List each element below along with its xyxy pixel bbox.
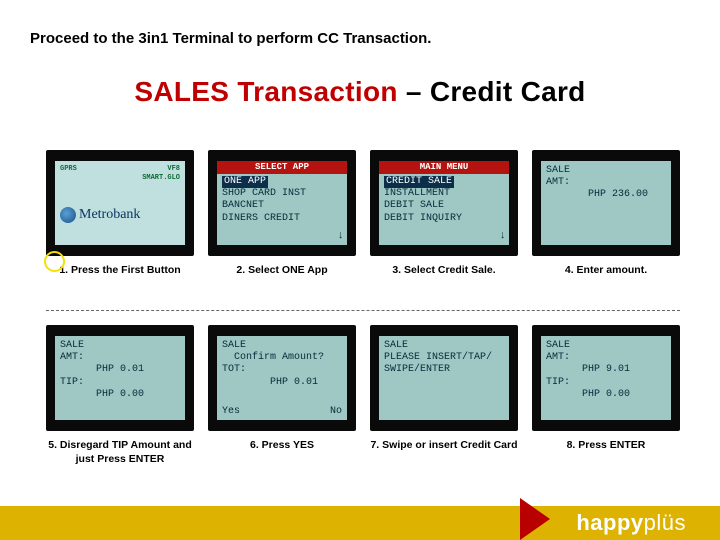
down-arrow-icon: ↓ [499, 230, 506, 243]
yes-label: Yes [222, 406, 240, 418]
terminal-frame: SALE AMT: PHP 0.01 TIP: PHP 0.00 [46, 325, 194, 431]
step-caption: 8. Press ENTER [567, 439, 646, 467]
logo-text: Metrobank [79, 206, 140, 223]
down-arrow-icon: ↓ [337, 230, 344, 243]
step-4: SALE AMT: PHP 236.00 4. Enter amount. [532, 150, 680, 292]
steps-row-1: GPRS VF8 SMART.GLO Metrobank 1. Press th… [46, 150, 680, 292]
step-2: SELECT APP ONE APP SHOP CARD INST BANCNE… [208, 150, 356, 292]
happyplus-logo: happyplüs [576, 510, 686, 536]
instruction-text: Proceed to the 3in1 Terminal to perform … [30, 30, 431, 47]
lcd-line: SALE [546, 165, 666, 177]
lcd-line: PHP 0.00 [546, 389, 666, 401]
lcd-line: AMT: [546, 177, 666, 189]
terminal-frame: SALE Confirm Amount? TOT: PHP 0.01 Yes N… [208, 325, 356, 431]
terminal-lcd: GPRS VF8 SMART.GLO Metrobank [55, 161, 185, 245]
lcd-line: TIP: [546, 377, 666, 389]
logo-part-b: pl [644, 510, 662, 536]
menu-item: DEBIT SALE [384, 200, 504, 212]
no-label: No [330, 406, 342, 418]
step-3: MAIN MENU CREDIT SALE INSTALLMENT DEBIT … [370, 150, 518, 292]
terminal-lcd: SALE AMT: PHP 236.00 [541, 161, 671, 245]
title-sep: – [398, 76, 430, 107]
logo-umlaut: ü [662, 510, 675, 536]
menu-item-selected: ONE APP [222, 176, 268, 188]
step-8: SALE AMT: PHP 9.01 TIP: PHP 0.00 8. Pres… [532, 325, 680, 467]
terminal-lcd: SALE PLEASE INSERT/TAP/ SWIPE/ENTER [379, 336, 509, 420]
step-caption: 6. Press YES [250, 439, 314, 467]
lcd-line: TIP: [60, 377, 180, 389]
menu-item: DINERS CREDIT [222, 213, 342, 225]
step-caption: 2. Select ONE App [236, 264, 327, 292]
step-6: SALE Confirm Amount? TOT: PHP 0.01 Yes N… [208, 325, 356, 467]
menu-item: INSTALLMENT [384, 188, 504, 200]
terminal-lcd: SALE AMT: PHP 9.01 TIP: PHP 0.00 [541, 336, 671, 420]
step-caption: 1. Press the First Button [59, 264, 180, 292]
lcd-line: SWIPE/ENTER [384, 364, 504, 376]
topbar-right: VF8 SMART.GLO [142, 165, 180, 182]
step-caption: 7. Swipe or insert Credit Card [370, 439, 517, 467]
footer-wedge-icon [520, 498, 550, 540]
yes-no-row: Yes No [222, 406, 342, 418]
logo-part-a: happy [576, 510, 643, 536]
title-red: SALES Transaction [134, 76, 397, 107]
terminal-lcd: MAIN MENU CREDIT SALE INSTALLMENT DEBIT … [379, 161, 509, 245]
menu-item: DEBIT INQUIRY [384, 213, 504, 225]
step-1: GPRS VF8 SMART.GLO Metrobank 1. Press th… [46, 150, 194, 292]
step-caption: 5. Disregard TIP Amount and just Press E… [46, 439, 194, 467]
lcd-line: PHP 0.01 [222, 377, 342, 389]
steps-grid: GPRS VF8 SMART.GLO Metrobank 1. Press th… [46, 150, 680, 467]
terminal-frame: SELECT APP ONE APP SHOP CARD INST BANCNE… [208, 150, 356, 256]
menu-item: BANCNET [222, 200, 342, 212]
terminal-frame: SALE AMT: PHP 9.01 TIP: PHP 0.00 [532, 325, 680, 431]
menu-item: SHOP CARD INST [222, 188, 342, 200]
footer: happyplüs [0, 498, 720, 540]
title-black: Credit Card [430, 76, 586, 107]
lcd-header: SELECT APP [217, 161, 347, 174]
metrobank-logo: Metrobank [60, 182, 180, 241]
lcd-line: SALE [222, 340, 342, 352]
step-caption: 3. Select Credit Sale. [392, 264, 495, 292]
step-7: SALE PLEASE INSERT/TAP/ SWIPE/ENTER 7. S… [370, 325, 518, 467]
terminal-lcd: SALE AMT: PHP 0.01 TIP: PHP 0.00 [55, 336, 185, 420]
terminal-lcd: SELECT APP ONE APP SHOP CARD INST BANCNE… [217, 161, 347, 245]
terminal-frame: GPRS VF8 SMART.GLO Metrobank [46, 150, 194, 256]
lcd-line: AMT: [60, 352, 180, 364]
terminal-frame: SALE PLEASE INSERT/TAP/ SWIPE/ENTER [370, 325, 518, 431]
lcd-line: AMT: [546, 352, 666, 364]
lcd-line: PLEASE INSERT/TAP/ [384, 352, 504, 364]
terminal-frame: SALE AMT: PHP 236.00 [532, 150, 680, 256]
lcd-line: Confirm Amount? [222, 352, 342, 364]
lcd-line: SALE [60, 340, 180, 352]
logo-circle-icon [60, 207, 76, 223]
lcd-line: SALE [546, 340, 666, 352]
menu-item-selected: CREDIT SALE [384, 176, 454, 188]
step-5: SALE AMT: PHP 0.01 TIP: PHP 0.00 5. Disr… [46, 325, 194, 467]
slide: Proceed to the 3in1 Terminal to perform … [0, 0, 720, 540]
topbar-left: GPRS [60, 165, 77, 182]
lcd-line: SALE [384, 340, 504, 352]
lcd-line: PHP 0.01 [60, 364, 180, 376]
terminal-lcd: SALE Confirm Amount? TOT: PHP 0.01 Yes N… [217, 336, 347, 420]
logo-part-c: s [675, 510, 687, 536]
lcd-topbar: GPRS VF8 SMART.GLO [60, 165, 180, 182]
row-divider [46, 310, 680, 311]
terminal-frame: MAIN MENU CREDIT SALE INSTALLMENT DEBIT … [370, 150, 518, 256]
lcd-line: PHP 0.00 [60, 389, 180, 401]
slide-title: SALES Transaction – Credit Card [0, 76, 720, 108]
steps-row-2: SALE AMT: PHP 0.01 TIP: PHP 0.00 5. Disr… [46, 325, 680, 467]
step-caption: 4. Enter amount. [565, 264, 647, 292]
lcd-header: MAIN MENU [379, 161, 509, 174]
lcd-line: PHP 236.00 [546, 189, 666, 201]
lcd-line: TOT: [222, 364, 342, 376]
lcd-line: PHP 9.01 [546, 364, 666, 376]
